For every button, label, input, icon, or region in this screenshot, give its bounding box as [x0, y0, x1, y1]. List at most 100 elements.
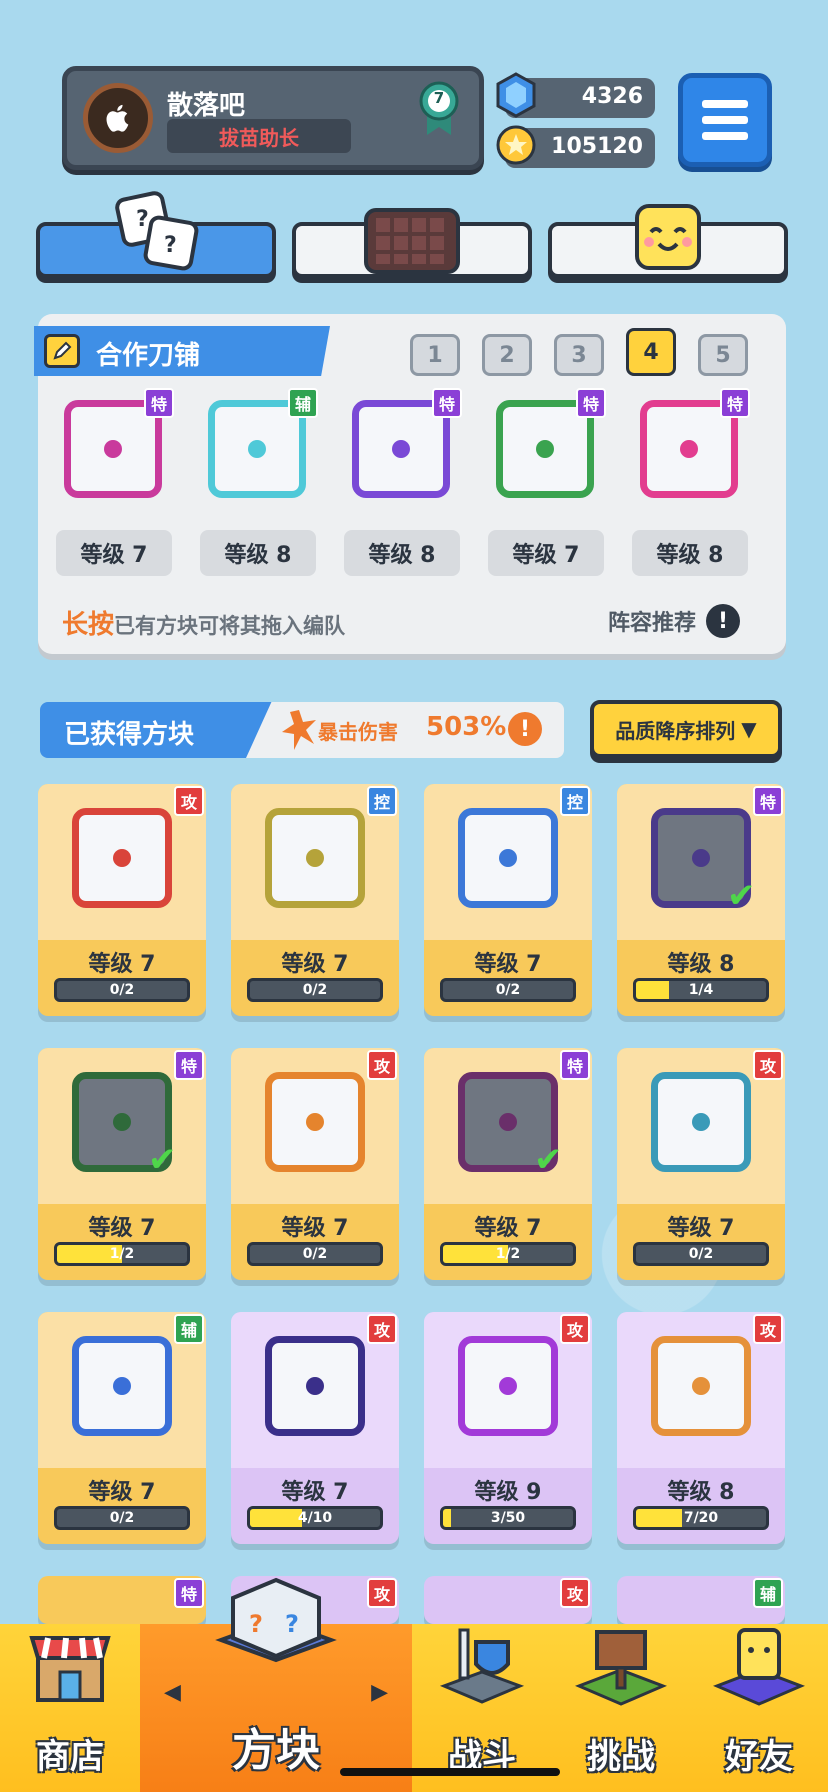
nav-friends[interactable]: 好友 [690, 1624, 828, 1792]
block-card[interactable]: 攻 等级 9 3/50 [424, 1312, 592, 1544]
smiley-block-icon [635, 204, 701, 270]
crit-info-icon[interactable]: ! [508, 712, 542, 746]
block-dot [306, 1377, 324, 1395]
gem-counter[interactable]: 4326 [496, 72, 655, 118]
home-indicator [340, 1768, 560, 1776]
team-member-card[interactable]: 特 [346, 388, 462, 504]
block-card[interactable]: 特 ✔ 等级 8 1/4 [617, 784, 785, 1016]
menu-button[interactable] [678, 73, 772, 167]
team-member-level: 等级 8 [344, 530, 460, 576]
block-dot [692, 1377, 710, 1395]
nav-blocks[interactable]: ? ? ◀ ▶ 方块 [140, 1577, 412, 1792]
block-tile [265, 808, 365, 908]
nav-shop-label: 商店 [36, 1737, 104, 1777]
recommend-button[interactable]: 阵容推荐 ! [608, 604, 741, 638]
type-tag: 攻 [367, 1314, 397, 1344]
type-tag: 攻 [560, 1578, 590, 1608]
block-dot [536, 440, 554, 458]
upgrade-progress-text: 7/20 [683, 1510, 719, 1526]
block-dot [499, 1377, 517, 1395]
block-level: 等级 7 [88, 1216, 156, 1241]
upgrade-progress-bar: 4/10 [247, 1506, 383, 1530]
block-card[interactable]: 攻 等级 8 7/20 [617, 1312, 785, 1544]
block-card[interactable]: 特 ✔ 等级 7 1/2 [38, 1048, 206, 1280]
tab-character[interactable] [548, 204, 788, 278]
upgrade-progress-text: 0/2 [688, 1246, 714, 1262]
block-dot [113, 1377, 131, 1395]
block-level: 等级 8 [667, 952, 735, 977]
svg-text:?: ? [285, 1610, 299, 1638]
block-level: 等级 7 [281, 1480, 349, 1505]
block-card[interactable]: 特 ✔ 等级 7 1/2 [424, 1048, 592, 1280]
team-member-card[interactable]: 特 [58, 388, 174, 504]
block-dot [692, 1113, 710, 1131]
profile-panel[interactable]: 散落吧 拔苗助长 7 [62, 66, 484, 170]
block-card[interactable]: 辅 等级 7 0/2 [38, 1312, 206, 1544]
tab-dice[interactable]: ? ? [36, 191, 276, 278]
nav-shop[interactable]: 商店 [0, 1624, 140, 1792]
nav-battle[interactable]: 战斗 [412, 1624, 552, 1792]
type-tag: 攻 [753, 1050, 783, 1080]
upgrade-progress-bar: 3/50 [440, 1506, 576, 1530]
upgrade-progress-bar: 7/20 [633, 1506, 769, 1530]
upgrade-progress-text: 1/2 [109, 1246, 135, 1262]
block-dot [113, 1113, 131, 1131]
block-tile [458, 808, 558, 908]
upgrade-progress-text: 4/10 [297, 1510, 333, 1526]
team-page-1[interactable]: 1 [410, 334, 460, 376]
owned-title: 已获得方块 [64, 720, 195, 750]
player-name: 散落吧 [167, 91, 246, 121]
friend-block-icon [713, 1628, 805, 1706]
block-card[interactable]: 攻 等级 7 0/2 [231, 1048, 399, 1280]
upgrade-progress-text: 0/2 [109, 982, 135, 998]
team-page-2[interactable]: 2 [482, 334, 532, 376]
team-member-card[interactable]: 辅 [202, 388, 318, 504]
sort-dropdown[interactable]: 品质降序排列 ▼ [590, 700, 782, 758]
team-page-4[interactable]: 4 [626, 328, 676, 376]
tab-board[interactable] [292, 208, 532, 278]
block-level: 等级 7 [88, 1480, 156, 1505]
block-level: 等级 7 [667, 1216, 735, 1241]
avatar[interactable] [83, 83, 153, 153]
recommend-label: 阵容推荐 [608, 611, 697, 636]
nav-friends-label: 好友 [725, 1737, 793, 1777]
upgrade-progress-bar: 1/4 [633, 978, 769, 1002]
team-page-5[interactable]: 5 [698, 334, 748, 376]
block-card[interactable]: 攻 等级 7 4/10 [231, 1312, 399, 1544]
edit-team-button[interactable] [44, 334, 80, 368]
type-tag: 特 [560, 1050, 590, 1080]
dice-icon: ? ? [115, 191, 199, 271]
team-member-card[interactable]: 特 [490, 388, 606, 504]
in-team-check-icon: ✔ [534, 1140, 563, 1180]
coin-counter[interactable]: 105120 [496, 125, 655, 168]
hint-text: 已有方块可将其拖入编队 [114, 614, 346, 638]
team-page-3[interactable]: 3 [554, 334, 604, 376]
type-tag: 特 [576, 388, 606, 418]
block-card[interactable]: 攻 等级 7 0/2 [38, 784, 206, 1016]
type-tag: 控 [367, 786, 397, 816]
block-dot [392, 440, 410, 458]
block-card[interactable]: 控 等级 7 0/2 [231, 784, 399, 1016]
team-member-card[interactable]: 特 [634, 388, 750, 504]
type-tag: 特 [174, 1050, 204, 1080]
block-tile [265, 1072, 365, 1172]
nav-next-arrow-icon[interactable]: ▶ [371, 1680, 388, 1705]
block-level: 等级 7 [88, 952, 156, 977]
type-tag: 特 [174, 1578, 204, 1608]
nav-challenge[interactable]: 挑战 [552, 1624, 690, 1792]
apple-icon [106, 104, 129, 132]
type-tag: 特 [432, 388, 462, 418]
block-tile [458, 1336, 558, 1436]
gem-icon [496, 72, 536, 118]
block-card[interactable]: 控 等级 7 0/2 [424, 784, 592, 1016]
block-card[interactable]: 攻 等级 7 0/2 [617, 1048, 785, 1280]
in-team-check-icon: ✔ [148, 1140, 177, 1180]
team-member-level: 等级 7 [56, 530, 172, 576]
rank-badge[interactable]: 7 [419, 79, 459, 137]
block-tile [651, 1072, 751, 1172]
nav-prev-arrow-icon[interactable]: ◀ [164, 1680, 181, 1705]
crit-damage-panel[interactable]: 暴击伤害 503% ! [246, 702, 564, 758]
upgrade-progress-text: 0/2 [302, 982, 328, 998]
upgrade-progress-bar: 1/2 [440, 1242, 576, 1266]
nav-challenge-label: 挑战 [587, 1737, 655, 1777]
